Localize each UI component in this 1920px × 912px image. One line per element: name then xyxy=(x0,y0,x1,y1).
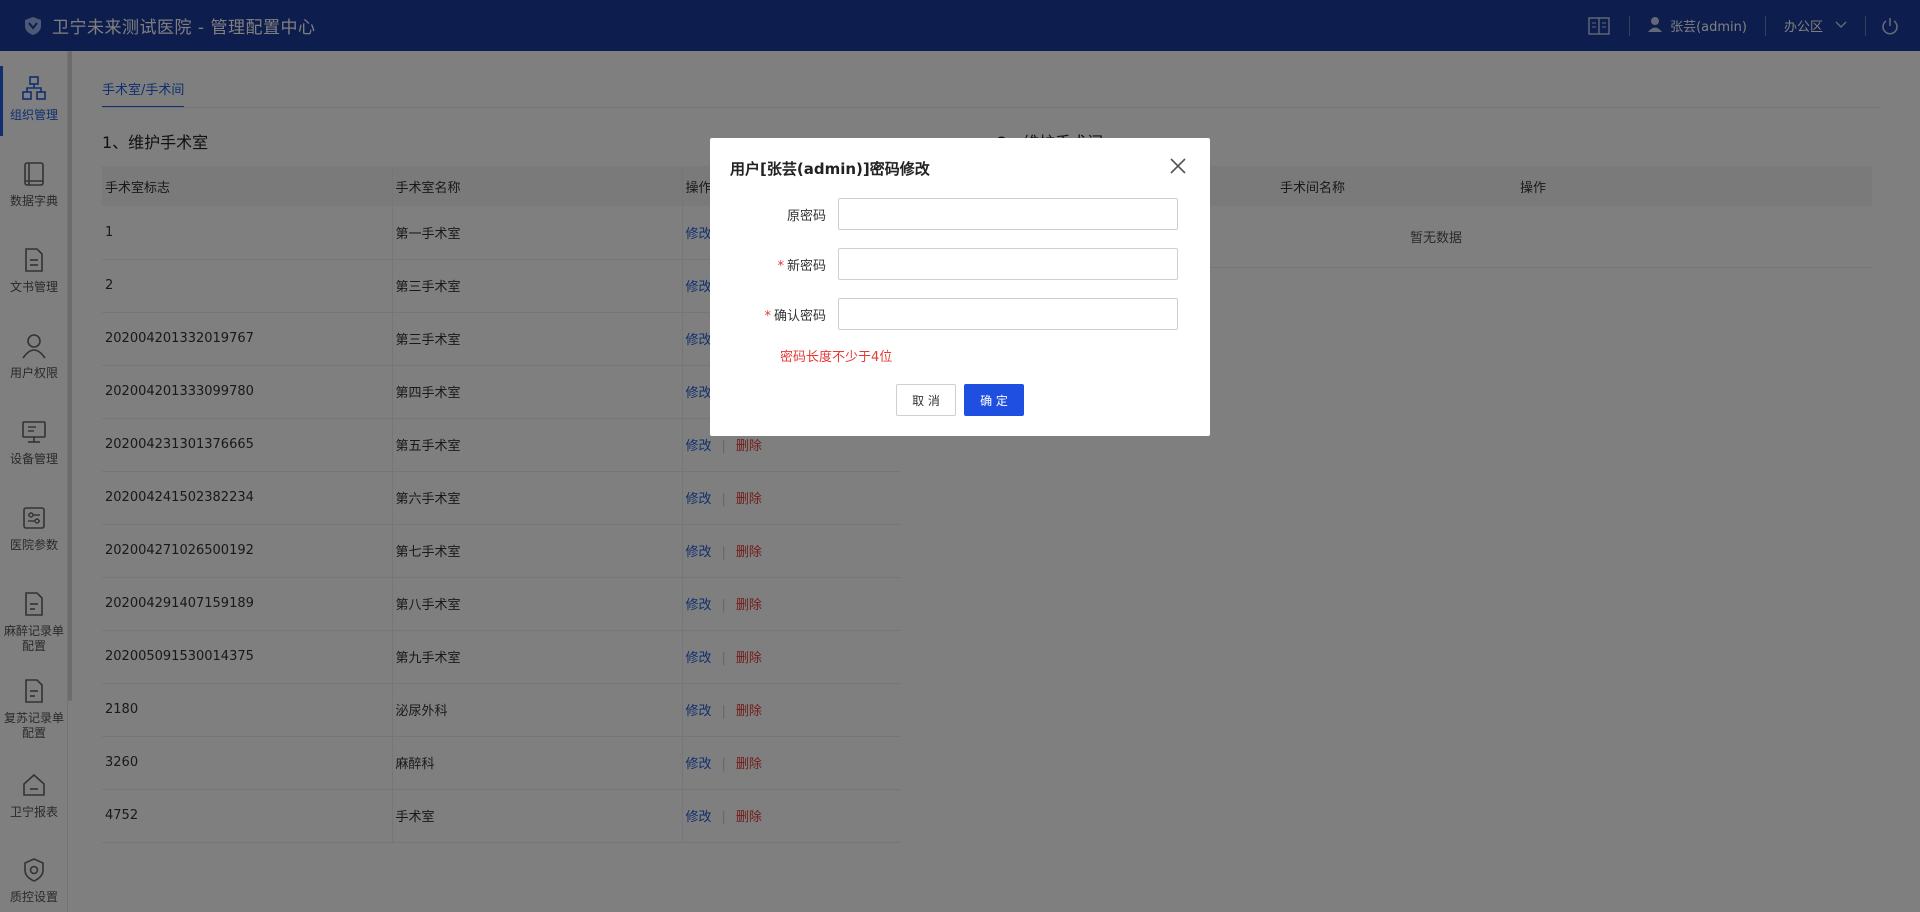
close-icon[interactable] xyxy=(1168,156,1188,176)
validation-error: 密码长度不少于4位 xyxy=(780,350,893,365)
confirm-button[interactable]: 确 定 xyxy=(964,384,1024,416)
dialog-title: 用户[张芸(admin)]密码修改 xyxy=(730,160,930,178)
new-password-input[interactable] xyxy=(838,248,1178,280)
cancel-button[interactable]: 取 消 xyxy=(896,384,956,416)
field-label: * 新密码 xyxy=(777,258,826,274)
confirm-password-row: * 确认密码 xyxy=(710,298,1210,330)
field-label: 原密码 xyxy=(786,208,826,224)
old-password-input[interactable] xyxy=(838,198,1178,230)
change-password-dialog: 用户[张芸(admin)]密码修改 原密码 * 新密码 * 确认密码 密码长度不少于… xyxy=(710,138,1210,436)
new-password-row: * 新密码 xyxy=(710,248,1210,280)
field-label: * 确认密码 xyxy=(764,308,826,324)
required-mark: * xyxy=(777,258,784,274)
old-password-row: 原密码 xyxy=(710,198,1210,230)
confirm-password-input[interactable] xyxy=(838,298,1178,330)
required-mark: * xyxy=(764,308,771,324)
modal-backdrop[interactable] xyxy=(0,0,1920,912)
